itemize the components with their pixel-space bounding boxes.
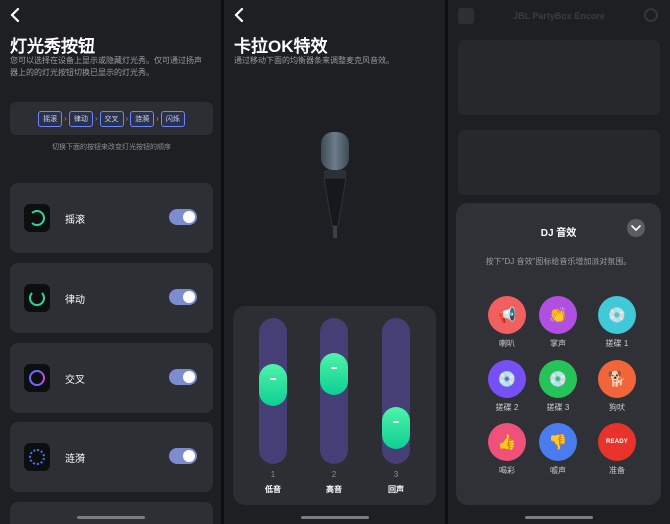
page-title: 灯光秀按钮 (10, 37, 95, 56)
dj-effects-panel: JBL PartyBox Encore DJ 音效 按下"DJ 音效"图标给音乐… (448, 0, 670, 524)
dj-effect-label: 掌声 (550, 339, 566, 348)
device-title: JBL PartyBox Encore (513, 11, 605, 21)
disc-3-icon[interactable]: 💿 (539, 360, 577, 398)
chevron-right-icon: › (64, 114, 67, 123)
microphone-icon (321, 132, 349, 238)
light-show-icon (24, 364, 50, 392)
eq-slider-label: 回声 (388, 485, 404, 494)
ready-icon[interactable]: READY (598, 423, 636, 461)
order-chip: 交叉 (99, 110, 124, 127)
power-icon (644, 8, 658, 22)
light-toggle[interactable] (169, 209, 197, 225)
dj-effect-label: 搓碟 3 (546, 403, 570, 412)
dj-effect-label: 喇叭 (499, 339, 515, 348)
dj-effect-disc-2[interactable]: 💿 搓碟 2 (482, 360, 532, 413)
description-line: 您可以选择在设备上显示或隐藏灯光秀。仅可通过扬声 (10, 56, 202, 65)
eq-handle[interactable] (320, 353, 348, 396)
disc-1-icon[interactable]: 💿 (598, 296, 636, 334)
order-chip: 涟漪 (130, 110, 155, 127)
light-row-partial (10, 502, 213, 524)
dj-effect-cheer[interactable]: 👍 喝彩 (482, 423, 532, 476)
eq-slider-label: 高音 (326, 485, 342, 494)
dj-effect-label: 搓碟 2 (495, 403, 519, 412)
chevron-right-icon: › (125, 114, 129, 123)
dj-effect-clap[interactable]: 👏 掌声 (533, 296, 583, 349)
dj-effect-dog[interactable]: 🐕 狗吠 (592, 360, 642, 413)
dimmed-card (458, 40, 660, 115)
eq-slider-echo[interactable] (382, 318, 410, 464)
dj-effect-label: 嘘声 (550, 466, 566, 475)
thumbs-down-icon[interactable]: 👎 (539, 423, 577, 461)
description-line: 器上的的灯光按钮切换已显示的灯光秀。 (10, 68, 154, 77)
light-row-cross: 交叉 (10, 343, 213, 413)
sheet-hint: 按下"DJ 音效"图标给音乐增加派对氛围。 (485, 257, 632, 266)
order-hint: 切换下面的按钮来改变灯光按钮的顺序 (52, 144, 171, 151)
eq-slider-treble[interactable] (320, 318, 348, 464)
dj-effects-sheet: DJ 音效 按下"DJ 音效"图标给音乐增加派对氛围。 📢 喇叭 👏 掌声 💿 … (456, 203, 661, 505)
button-order-strip: 摇滚 › 律动 › 交叉 › 涟漪 › 闪烁 (10, 102, 213, 135)
equalizer-panel: 1 低音 2 高音 3 回声 (233, 306, 436, 505)
chevron-right-icon: › (156, 114, 159, 123)
light-row-label: 摇滚 (65, 215, 85, 226)
eq-slider-bass[interactable] (259, 318, 287, 464)
clap-icon[interactable]: 👏 (539, 296, 577, 334)
light-toggle[interactable] (169, 369, 197, 385)
light-toggle[interactable] (169, 448, 197, 464)
light-row-rock: 摇滚 (10, 183, 213, 253)
light-toggle[interactable] (169, 289, 197, 305)
dj-effect-disc-3[interactable]: 💿 搓碟 3 (533, 360, 583, 413)
order-chip: 摇滚 (38, 110, 63, 127)
eq-handle[interactable] (382, 407, 410, 450)
dj-effect-ready[interactable]: READY 准备 (592, 423, 642, 476)
order-chip: 律动 (68, 110, 93, 127)
horn-icon[interactable]: 📢 (488, 296, 526, 334)
eq-slider-label: 低音 (265, 485, 281, 494)
chevron-right-icon: › (94, 114, 98, 123)
dog-icon[interactable]: 🐕 (598, 360, 636, 398)
dj-effect-label: 喝彩 (499, 466, 515, 475)
home-indicator (77, 516, 145, 519)
light-row-ripple: 涟漪 (10, 422, 213, 492)
light-show-icon (24, 284, 50, 312)
chevron-down-icon[interactable] (627, 219, 645, 237)
karaoke-panel: 卡拉OK特效 通过移动下面的均衡器条来调整麦克风音效。 1 低音 2 高音 3 … (224, 0, 445, 524)
eq-slider-number: 3 (393, 470, 399, 479)
light-show-icon (24, 204, 50, 232)
page-description: 通过移动下面的均衡器条来调整麦克风音效。 (234, 56, 394, 65)
eq-slider-number: 1 (270, 470, 276, 479)
dimmed-card (458, 130, 660, 195)
dj-effect-horn[interactable]: 📢 喇叭 (482, 296, 532, 349)
light-row-label: 律动 (65, 295, 85, 306)
dj-effect-label: 准备 (609, 466, 625, 475)
thumbs-up-icon[interactable]: 👍 (488, 423, 526, 461)
back-icon[interactable] (234, 7, 248, 24)
light-row-pulse: 律动 (10, 263, 213, 333)
home-indicator (301, 516, 369, 519)
dj-effect-label: 搓碟 1 (605, 339, 629, 348)
home-indicator (525, 516, 593, 519)
order-chip: 闪烁 (160, 110, 185, 127)
dj-effect-disc-1[interactable]: 💿 搓碟 1 (592, 296, 642, 349)
disc-2-icon[interactable]: 💿 (488, 360, 526, 398)
dj-effect-label: 狗吠 (609, 403, 625, 412)
light-row-label: 交叉 (65, 375, 85, 386)
light-show-icon (24, 443, 50, 471)
page-title: 卡拉OK特效 (234, 37, 328, 56)
light-show-panel: 灯光秀按钮 您可以选择在设备上显示或隐藏灯光秀。仅可通过扬声 器上的的灯光按钮切… (0, 0, 221, 524)
eq-handle[interactable] (259, 363, 287, 406)
page-description: 您可以选择在设备上显示或隐藏灯光秀。仅可通过扬声 器上的的灯光按钮切换已显示的灯… (10, 55, 202, 79)
dj-effect-boo[interactable]: 👎 嘘声 (533, 423, 583, 476)
back-icon[interactable] (10, 7, 24, 24)
light-row-label: 涟漪 (65, 454, 85, 465)
eq-slider-number: 2 (331, 470, 337, 479)
